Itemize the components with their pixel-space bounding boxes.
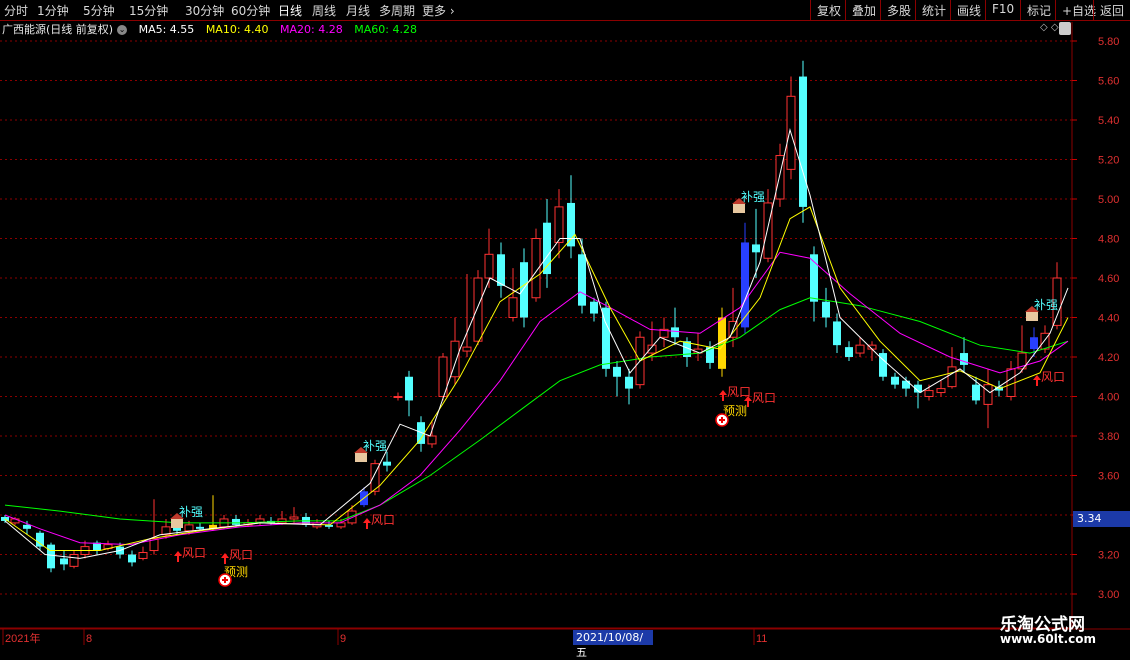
candle-body bbox=[508, 297, 518, 318]
candle-body bbox=[232, 518, 240, 525]
candle-body bbox=[613, 366, 621, 377]
candle-body bbox=[1030, 337, 1038, 350]
ma60-line bbox=[4, 297, 1069, 524]
candle-body bbox=[983, 384, 993, 405]
candle-body bbox=[36, 532, 44, 547]
candle-body bbox=[473, 277, 483, 342]
y-tick-label: 3.20 bbox=[1098, 550, 1119, 562]
candle-body bbox=[763, 202, 773, 259]
candle-body bbox=[497, 254, 505, 286]
kline-chart[interactable]: 5.80 5.60 5.40 5.20 5.00 4.80 4.60 4.40 4.20 4.00… bbox=[0, 0, 1130, 650]
y-tick-label: 3.80 bbox=[1098, 431, 1119, 443]
candle-body bbox=[752, 244, 760, 253]
house-icon bbox=[733, 203, 745, 213]
buqiang-label: 补强 bbox=[1034, 298, 1058, 312]
buqiang-label: 补强 bbox=[363, 439, 387, 453]
up-arrow-icon bbox=[221, 553, 229, 564]
y-tick-label: 5.80 bbox=[1098, 36, 1119, 48]
y-tick-label: 4.60 bbox=[1098, 273, 1119, 285]
y-tick-label: 5.60 bbox=[1098, 76, 1119, 88]
fengkou-label: 风口 bbox=[182, 546, 206, 560]
candle-body bbox=[138, 552, 148, 559]
candle-body bbox=[484, 253, 494, 279]
candle-body bbox=[625, 376, 633, 389]
candle-body bbox=[196, 526, 204, 529]
up-arrow-icon bbox=[1033, 375, 1041, 386]
y-tick-label: 5.40 bbox=[1098, 115, 1119, 127]
candle-body bbox=[520, 262, 528, 318]
up-arrow-icon bbox=[719, 390, 727, 401]
up-arrow-icon bbox=[174, 551, 182, 562]
candle-body bbox=[60, 558, 68, 565]
candle-body bbox=[128, 554, 136, 563]
y-tick-label: 3.60 bbox=[1098, 471, 1119, 483]
candle-body bbox=[47, 544, 55, 569]
fengkou-label: 风口 bbox=[1041, 370, 1065, 384]
y-tick-label: 5.00 bbox=[1098, 194, 1119, 206]
buqiang-label: 补强 bbox=[741, 190, 765, 204]
y-tick-label: 5.20 bbox=[1098, 155, 1119, 167]
candle-body bbox=[741, 242, 749, 328]
x-label-sep: 9 bbox=[340, 633, 346, 645]
candle-body bbox=[822, 301, 830, 318]
y-tick-label: 4.40 bbox=[1098, 313, 1119, 325]
candle-body bbox=[845, 347, 853, 357]
candle-body bbox=[69, 554, 79, 567]
candle-body bbox=[289, 516, 299, 520]
candle-body bbox=[855, 344, 865, 354]
candle-body bbox=[936, 388, 946, 394]
candle-body bbox=[947, 366, 957, 388]
candle-body bbox=[383, 461, 391, 466]
y-tick-label: 3.00 bbox=[1098, 589, 1119, 601]
candle-body bbox=[23, 524, 31, 529]
candle-body bbox=[924, 390, 934, 398]
candle-body bbox=[960, 353, 968, 365]
x-label-year: 2021年 bbox=[5, 631, 40, 645]
house-icon bbox=[355, 452, 367, 462]
house-icon bbox=[171, 518, 183, 528]
candle-body bbox=[590, 301, 598, 314]
cursor-date-tag: 2021/10/08/五 bbox=[573, 630, 653, 659]
buqiang-label: 补强 bbox=[179, 505, 203, 519]
fengkou-label: 风口 bbox=[229, 548, 253, 562]
y-tick-label: 4.20 bbox=[1098, 352, 1119, 364]
candle-body bbox=[405, 376, 413, 401]
ma5-line bbox=[4, 127, 1069, 559]
candle-body bbox=[891, 376, 899, 385]
candle-body bbox=[902, 380, 910, 389]
candle-body bbox=[393, 396, 403, 398]
candle-body bbox=[578, 254, 586, 306]
watermark-url: www.60lt.com bbox=[1000, 632, 1097, 646]
candle-body bbox=[554, 206, 564, 243]
x-label-nov: 11 bbox=[756, 633, 767, 645]
current-price-tag: 3.34 bbox=[1073, 511, 1130, 527]
candle-body bbox=[799, 76, 807, 207]
up-arrow-icon bbox=[363, 518, 371, 529]
candle-body bbox=[462, 346, 472, 352]
candle-body bbox=[1, 516, 9, 521]
candle-body bbox=[567, 202, 575, 247]
candle-body bbox=[427, 435, 437, 445]
x-label-aug: 8 bbox=[86, 633, 92, 645]
house-icon bbox=[1026, 311, 1038, 321]
y-tick-label: 4.00 bbox=[1098, 392, 1119, 404]
y-tick-label: 4.80 bbox=[1098, 234, 1119, 246]
fengkou-label: 风口 bbox=[752, 391, 776, 405]
candle-body bbox=[336, 522, 346, 528]
candle-body bbox=[671, 327, 679, 338]
fengkou-label: 风口 bbox=[371, 513, 395, 527]
candle-body bbox=[833, 321, 841, 346]
candle-body bbox=[972, 384, 980, 401]
candle-body bbox=[184, 524, 194, 532]
